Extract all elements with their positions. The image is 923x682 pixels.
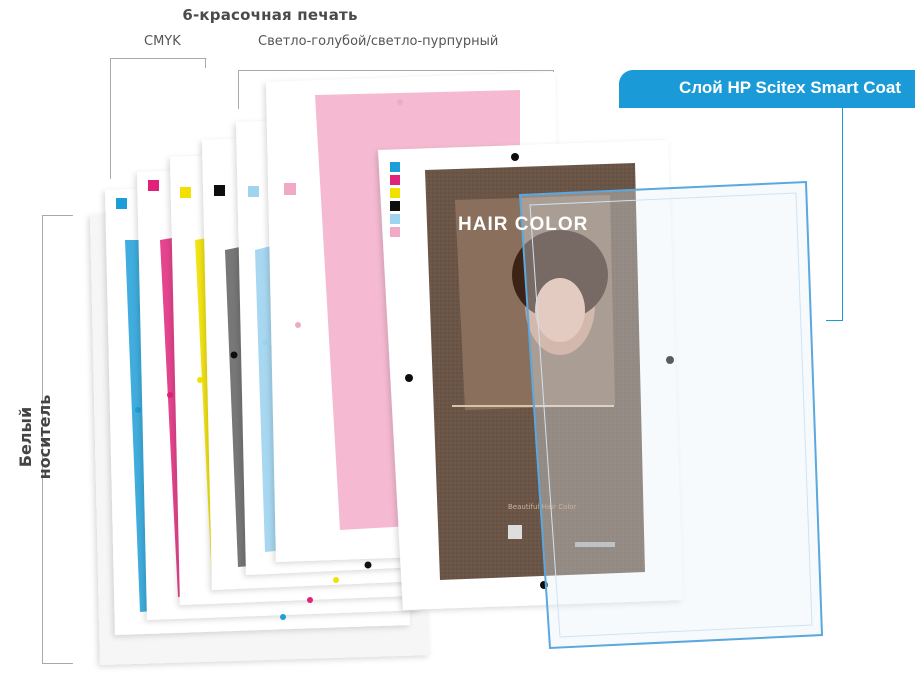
poster-tagline: Beautiful Hair Color (508, 503, 577, 511)
white-media-label: Белый носитель (16, 394, 54, 480)
smart-coat-layer (518, 180, 824, 650)
smart-coat-badge: Слой HP Scitex Smart Coat (619, 70, 915, 108)
poster-title: HAIR COLOR (458, 214, 589, 235)
smart-coat-badge-label: Слой HP Scitex Smart Coat (679, 78, 901, 97)
